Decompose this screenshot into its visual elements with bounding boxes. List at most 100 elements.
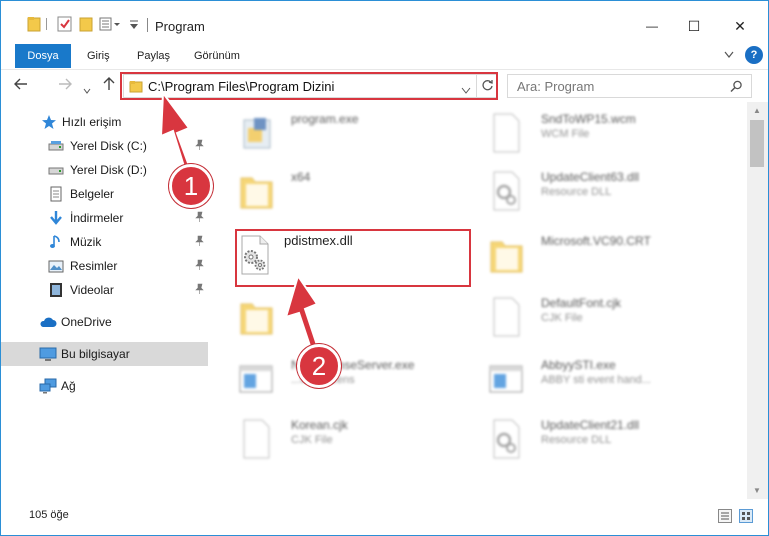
sidebar-item-label: Müzik [70,235,102,249]
computer-icon [39,346,57,362]
help-icon[interactable]: ? [745,46,763,64]
pictures-icon [48,258,64,274]
file-item[interactable]: UpdateClient63.dll Resource DLL [461,162,711,218]
status-bar: 105 öğe [1,499,768,535]
file-item[interactable]: x64 [211,162,461,218]
item-count: 105 öğe [29,509,69,521]
sidebar-item-label: Resimler [70,259,118,273]
file-item[interactable]: Korean.cjk CJK File [211,410,461,466]
file-name: program.exe [291,112,359,126]
vertical-scrollbar[interactable]: ▲ ▼ [747,102,768,499]
dll-file-icon [486,168,526,214]
scroll-up-arrow-icon[interactable]: ▲ [753,106,761,115]
tab-share[interactable]: Paylaş [137,44,170,68]
sidebar-item-downloads[interactable]: İndirmeler [1,206,208,230]
file-type: WCM File [541,128,590,140]
file-type: Resource DLL [541,186,612,198]
maximize-button[interactable]: ☐ [671,11,717,41]
file-item[interactable] [211,288,461,344]
file-name: Microsoft.VC90.CRT [541,234,651,248]
pin-icon[interactable] [195,283,204,297]
drive-icon [48,138,64,154]
properties-icon[interactable] [57,15,73,33]
sidebar-item-label: Yerel Disk (C:) [70,139,147,153]
search-icon[interactable] [730,80,743,96]
scroll-down-arrow-icon[interactable]: ▼ [753,486,761,495]
sidebar-item-this-pc[interactable]: Bu bilgisayar [1,342,208,366]
file-name: x64 [291,170,311,184]
pin-icon[interactable] [195,139,204,153]
sidebar-item-label: Belgeler [70,187,115,201]
folder-icon [236,294,276,340]
title-separator [147,18,148,32]
sidebar-item-label: OneDrive [61,315,112,329]
back-arrow-icon[interactable] [13,76,29,95]
sidebar-item-pictures[interactable]: Resimler [1,254,208,278]
sidebar-item-quick-access[interactable]: Hızlı erişim [1,110,208,134]
file-item[interactable]: DefaultFont.cjk CJK File [461,288,711,344]
search-box[interactable]: Ara: Program [507,74,752,98]
pin-icon[interactable] [195,259,204,273]
view-options-icon[interactable] [99,15,121,33]
file-type: Resource DLL [541,434,612,446]
pin-icon[interactable] [195,211,204,225]
window-title: Program [155,19,205,34]
app-window-icon [236,356,276,402]
file-type: CJK File [541,312,583,324]
details-view-icon[interactable] [718,509,732,523]
file-item[interactable]: UpdateClient21.dll Resource DLL [461,410,711,466]
customize-chevron-icon[interactable] [129,19,139,37]
up-arrow-icon[interactable] [101,76,117,95]
sidebar-item-label: Videolar [70,283,114,297]
sidebar-item-label: Bu bilgisayar [61,347,130,361]
tab-view[interactable]: Görünüm [194,44,240,68]
new-folder-icon[interactable] [79,15,93,33]
address-highlight-box [120,72,498,100]
file-item[interactable]: SndToWP15.wcm WCM File [461,104,711,160]
close-button[interactable]: ✕ [717,11,763,41]
ribbon-expand-chevron-icon[interactable] [724,50,734,62]
minimize-button[interactable]: — [629,11,675,41]
callout-badge-2: 2 [297,344,341,388]
pin-icon[interactable] [195,235,204,249]
callout-badge-1: 1 [169,164,213,208]
folder-icon [27,15,41,33]
file-item[interactable]: program.exe [211,104,461,160]
file-list: program.exe SndToWP15.wcm WCM File x64 U… [211,102,747,499]
network-icon [39,378,57,394]
quick-access-separator [46,18,47,30]
file-item[interactable]: Microsoft.VC90.CRT [461,226,711,282]
recent-locations-chevron-icon[interactable] [83,81,91,97]
sidebar-item-local-disk-c[interactable]: Yerel Disk (C:) [1,134,208,158]
document-file-icon [486,110,526,156]
explorer-window: Program — ☐ ✕ Dosya Giriş Paylaş Görünüm… [0,0,769,536]
file-highlight-box [235,229,471,287]
sidebar-item-label: Ağ [61,379,76,393]
sidebar-item-onedrive[interactable]: OneDrive [1,310,208,334]
scrollbar-thumb[interactable] [750,120,764,167]
sidebar-item-music[interactable]: Müzik [1,230,208,254]
tab-home[interactable]: Giriş [87,44,110,68]
forward-arrow-icon[interactable] [57,76,73,95]
download-icon [48,210,64,226]
file-item[interactable]: AbbyySTI.exe ABBY sti event hand... [461,350,711,406]
sidebar-item-label: İndirmeler [70,211,124,225]
large-icons-view-icon[interactable] [739,509,753,523]
file-name: Korean.cjk [291,418,348,432]
folder-icon [486,232,526,278]
file-name: AbbyySTI.exe [541,358,616,372]
file-name: DefaultFont.cjk [541,296,622,310]
sidebar-item-network[interactable]: Ağ [1,374,208,398]
file-name: UpdateClient21.dll [541,418,640,432]
ribbon-tabs: Dosya Giriş Paylaş Görünüm ? [1,41,768,69]
exe-file-icon [236,110,276,156]
file-type: CJK File [291,434,333,446]
dll-file-icon [486,416,526,462]
sidebar-item-label: Yerel Disk (D:) [70,163,147,177]
tab-file[interactable]: Dosya [15,44,71,68]
navigation-bar: C:\Program Files\Program Dizini Ara: Pro… [1,69,768,102]
document-file-icon [486,294,526,340]
sidebar-item-videos[interactable]: Videolar [1,278,208,302]
navigation-pane: Hızlı erişim Yerel Disk (C:) Yerel Disk … [1,102,211,499]
document-file-icon [236,416,276,462]
